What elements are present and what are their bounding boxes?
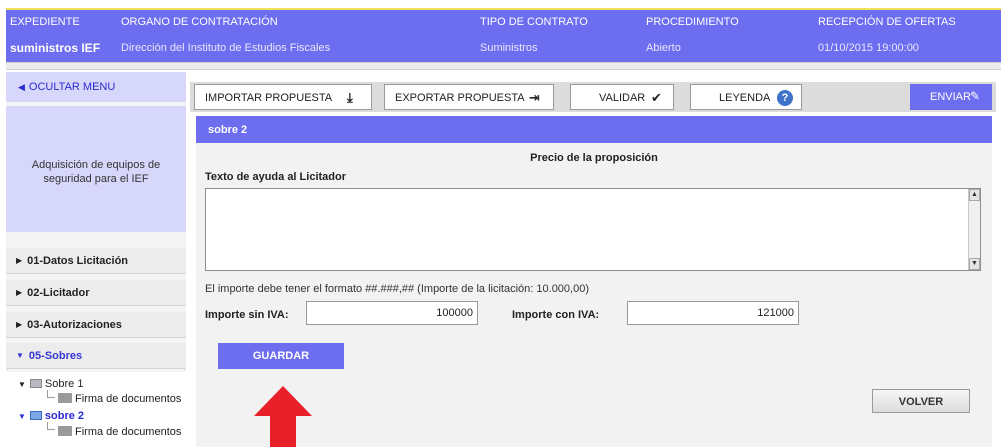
tree-node-label: sobre 2 [44, 410, 85, 422]
header-value-tipo: Suministros [480, 42, 538, 54]
header-value-procedimiento: Abierto [646, 42, 681, 54]
sidebar-item-sobres[interactable]: ▼ 05-Sobres [6, 343, 186, 369]
amount-with-vat-input[interactable]: 121000 [627, 301, 799, 325]
export-icon: ⇥ [529, 90, 540, 105]
send-button[interactable]: ENVIAR ✎ [910, 84, 992, 110]
amount-without-vat-label: Importe sin IVA: [205, 309, 289, 321]
header-label-tipo: TIPO DE CONTRATO [480, 16, 588, 28]
chevron-left-icon: ◀ [18, 82, 25, 92]
sidebar: ◀ OCULTAR MENU Adquisición de equipos de … [6, 72, 186, 447]
help-text-area[interactable]: ▲ ▼ [205, 188, 981, 271]
expediente-header: EXPEDIENTE suministros IEF ORGANO DE CON… [6, 8, 1001, 62]
folder-icon [58, 393, 72, 404]
sidebar-item-datos-licitacion[interactable]: ▶ 01-Datos Licitación [6, 248, 186, 274]
sidebar-item-label: 05-Sobres [28, 350, 83, 362]
caret-down-icon: ▼ [18, 412, 26, 421]
header-value-recepcion: 01/10/2015 19:00:00 [818, 42, 919, 54]
tree-node-sobre-2[interactable]: ▼ sobre 2 [18, 410, 84, 422]
tree-node-sobre-1[interactable]: ▼ Sobre 1 [18, 378, 83, 390]
header-label-recepcion: RECEPCIÓN DE OFERTAS [818, 16, 956, 28]
download-icon: ⤓ [347, 90, 353, 105]
format-note: El importe debe tener el formato ##.###,… [205, 283, 590, 295]
amount-without-vat-input[interactable]: 100000 [306, 301, 478, 325]
tree-node-label: Firma de documentos [75, 393, 182, 405]
checkmark-icon: ✔ [651, 90, 662, 105]
import-proposal-button[interactable]: IMPORTAR PROPUESTA ⤓ [194, 84, 372, 110]
textarea-scrollbar[interactable]: ▲ ▼ [968, 189, 980, 270]
tree-node-firma-2[interactable]: Firma de documentos [58, 426, 181, 438]
hide-menu-button[interactable]: ◀ OCULTAR MENU [6, 72, 186, 102]
tree-node-label: Sobre 1 [44, 378, 84, 390]
header-value-expediente: suministros IEF [10, 41, 101, 55]
caret-right-icon: ▶ [16, 320, 23, 329]
hide-menu-label: OCULTAR MENU [28, 81, 116, 93]
send-label: ENVIAR [930, 91, 971, 103]
tender-description: Adquisición de equipos de seguridad para… [6, 106, 186, 232]
tree-node-firma-1[interactable]: Firma de documentos [58, 393, 181, 405]
export-proposal-button[interactable]: EXPORTAR PROPUESTA ⇥ [384, 84, 554, 110]
envelope-icon [29, 378, 42, 388]
sidebar-item-label: 02-Licitador [27, 287, 90, 299]
save-button[interactable]: GUARDAR [218, 343, 344, 369]
sidebar-item-licitador[interactable]: ▶ 02-Licitador [6, 280, 186, 306]
toolbar: IMPORTAR PROPUESTA ⤓ EXPORTAR PROPUESTA … [190, 82, 996, 112]
caret-down-icon: ▼ [18, 380, 26, 389]
folder-icon [58, 426, 72, 437]
section-title: Precio de la proposición [530, 152, 658, 164]
legend-label: LEYENDA [719, 92, 771, 104]
header-label-expediente: EXPEDIENTE [10, 16, 80, 28]
tree-connector [47, 422, 55, 430]
validate-label: VALIDAR [599, 92, 646, 104]
header-label-organo: ORGANO DE CONTRATACIÓN [121, 16, 278, 28]
validate-button[interactable]: VALIDAR ✔ [570, 84, 674, 110]
sidebar-item-label: 03-Autorizaciones [27, 319, 122, 331]
panel-title: sobre 2 [196, 116, 992, 143]
header-separator [6, 62, 1001, 70]
legend-button[interactable]: LEYENDA ? [690, 84, 802, 110]
help-icon: ? [777, 90, 793, 106]
price-form: Precio de la proposición Texto de ayuda … [196, 143, 992, 447]
sobres-tree: ▼ Sobre 1 Firma de documentos ▼ sobre 2 Fi… [6, 372, 186, 447]
caret-down-icon: ▼ [16, 351, 24, 360]
sidebar-item-autorizaciones[interactable]: ▶ 03-Autorizaciones [6, 312, 186, 338]
tree-node-label: Firma de documentos [75, 426, 182, 438]
amount-with-vat-label: Importe con IVA: [512, 309, 600, 321]
scroll-down-icon[interactable]: ▼ [969, 258, 980, 270]
envelope-icon [29, 410, 42, 420]
back-button[interactable]: VOLVER [872, 389, 970, 413]
red-up-arrow [254, 386, 312, 447]
caret-right-icon: ▶ [16, 288, 23, 297]
caret-right-icon: ▶ [16, 256, 23, 265]
edit-send-icon: ✎ [970, 89, 981, 103]
header-label-procedimiento: PROCEDIMIENTO [646, 16, 739, 28]
tree-connector [47, 390, 55, 398]
header-value-organo: Dirección del Instituto de Estudios Fisc… [121, 42, 331, 54]
help-text-label: Texto de ayuda al Licitador [205, 171, 346, 183]
scroll-up-icon[interactable]: ▲ [969, 189, 980, 201]
export-proposal-label: EXPORTAR PROPUESTA [395, 92, 525, 104]
sidebar-item-label: 01-Datos Licitación [27, 255, 129, 267]
import-proposal-label: IMPORTAR PROPUESTA [205, 92, 333, 104]
